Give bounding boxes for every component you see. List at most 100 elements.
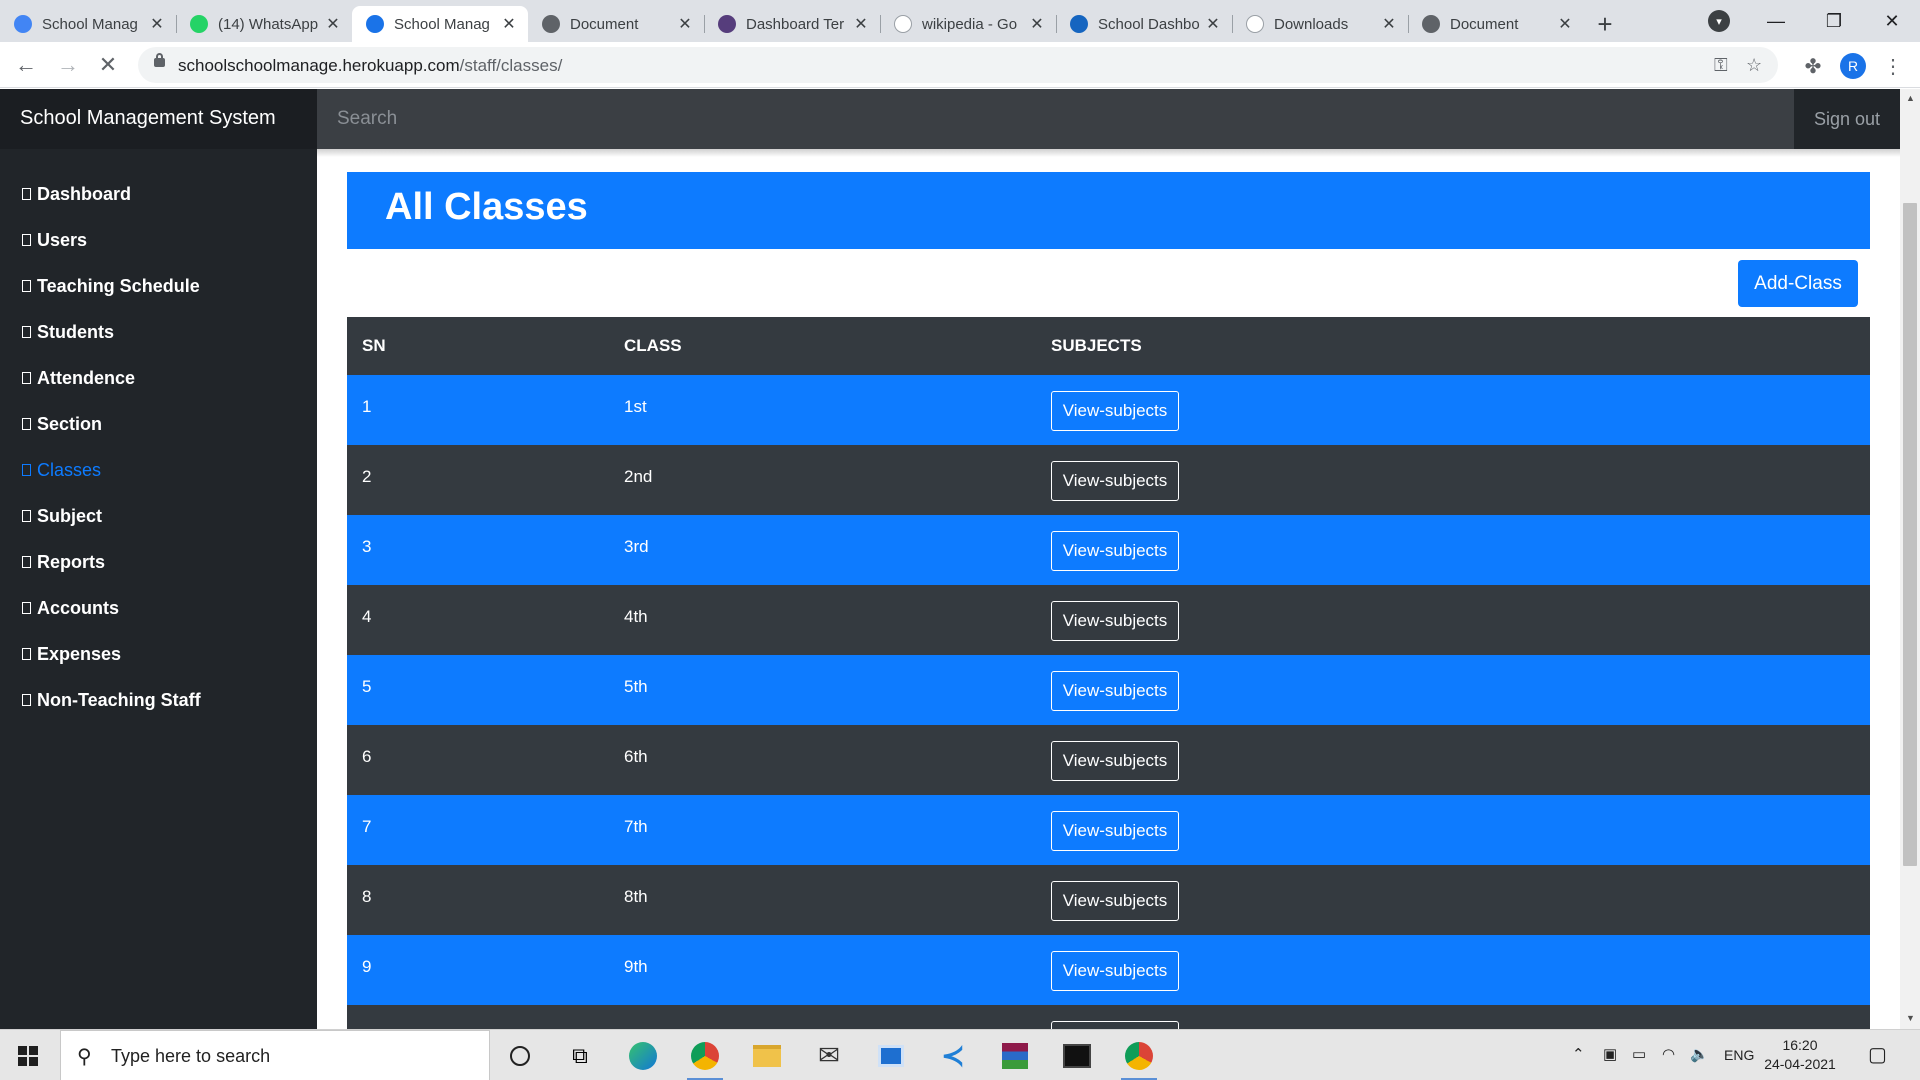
language-indicator[interactable]: ENG (1724, 1047, 1754, 1063)
sidebar-item-icon (22, 510, 31, 522)
cell-class: 2nd (624, 467, 653, 486)
clock-time: 16:20 (1782, 1037, 1818, 1053)
sidebar-item-icon (22, 556, 31, 568)
menu-icon[interactable]: ⋮ (1880, 53, 1906, 79)
close-tab-icon[interactable]: ✕ (1380, 14, 1398, 34)
forward-icon[interactable]: → (52, 49, 84, 81)
lock-icon[interactable] (154, 53, 165, 67)
view-subjects-button[interactable]: View-subjects (1051, 391, 1179, 431)
browser-tab[interactable]: School Manag ✕ (352, 6, 528, 42)
sidebar-item-non-teaching-staff[interactable]: Non-Teaching Staff (0, 677, 317, 723)
close-tab-icon[interactable]: ✕ (324, 14, 342, 34)
stop-loading-icon[interactable]: ✕ (92, 49, 124, 81)
sidebar-item-expenses[interactable]: Expenses (0, 631, 317, 677)
close-tab-icon[interactable]: ✕ (500, 14, 518, 34)
scrollbar-thumb[interactable] (1903, 203, 1917, 866)
edge-icon[interactable] (615, 1030, 671, 1080)
browser-tab[interactable]: Downloads ✕ (1232, 6, 1408, 42)
loading-icon (366, 15, 384, 33)
browser-tab[interactable]: Dashboard Ter ✕ (704, 6, 880, 42)
cell-sn: 4 (362, 607, 372, 626)
close-tab-icon[interactable]: ✕ (1556, 14, 1574, 34)
store-icon[interactable] (863, 1030, 919, 1080)
sidebar-item-icon (22, 372, 31, 384)
volume-icon[interactable]: 🔈 (1690, 1045, 1709, 1063)
sidebar-item-students[interactable]: Students (0, 309, 317, 355)
sidebar-item-users[interactable]: Users (0, 217, 317, 263)
extensions-icon[interactable]: ✤ (1800, 53, 1826, 79)
sidebar-item-label: Dashboard (37, 183, 132, 204)
file-explorer-icon[interactable] (739, 1030, 795, 1080)
profile-avatar[interactable]: R (1840, 53, 1866, 79)
browser-tab[interactable]: School Manag ✕ (0, 6, 176, 42)
url-text[interactable]: schoolschoolmanage.herokuapp.com/staff/c… (178, 56, 562, 76)
sidebar-item-dashboard[interactable]: Dashboard (0, 171, 317, 217)
view-subjects-button[interactable]: View-subjects (1051, 671, 1179, 711)
close-tab-icon[interactable]: ✕ (676, 14, 694, 34)
back-icon[interactable]: ← (10, 49, 42, 81)
notifications-icon[interactable]: ▢ (1868, 1042, 1887, 1067)
view-subjects-button[interactable]: View-subjects (1051, 1021, 1179, 1029)
view-subjects-button[interactable]: View-subjects (1051, 601, 1179, 641)
view-subjects-button[interactable]: View-subjects (1051, 741, 1179, 781)
search-input[interactable] (317, 89, 1794, 149)
taskbar-search-box[interactable]: ⚲ Type here to search (60, 1030, 490, 1080)
tab-title: Downloads (1274, 15, 1349, 33)
chrome-window-icon[interactable] (1111, 1030, 1167, 1080)
meet-now-icon[interactable]: ▣ (1603, 1045, 1617, 1063)
browser-tab[interactable]: Document ✕ (1408, 6, 1584, 42)
cortana-icon[interactable] (492, 1030, 548, 1080)
close-tab-icon[interactable]: ✕ (1028, 14, 1046, 34)
browser-tab[interactable]: Document ✕ (528, 6, 704, 42)
browser-tab[interactable]: wikipedia - Go ✕ (880, 6, 1056, 42)
sign-out-link[interactable]: Sign out (1794, 89, 1900, 149)
view-subjects-button[interactable]: View-subjects (1051, 881, 1179, 921)
chrome-icon[interactable] (677, 1030, 733, 1080)
sidebar-item-classes[interactable]: Classes (0, 447, 317, 493)
view-subjects-button[interactable]: View-subjects (1051, 811, 1179, 851)
photos-icon[interactable] (1049, 1030, 1105, 1080)
restore-button[interactable]: ❐ (1806, 0, 1862, 42)
sidebar-item-label: Students (37, 321, 115, 342)
view-subjects-button[interactable]: View-subjects (1051, 531, 1179, 571)
add-class-button[interactable]: Add-Class (1738, 260, 1858, 307)
tab-title: School Dashbo (1098, 15, 1200, 33)
close-tab-icon[interactable]: ✕ (1204, 14, 1222, 34)
vscode-icon[interactable]: ≺ (925, 1030, 981, 1080)
address-bar[interactable]: schoolschoolmanage.herokuapp.com/staff/c… (138, 47, 1778, 83)
tab-search-icon[interactable]: ▾ (1708, 10, 1730, 32)
sidebar-item-section[interactable]: Section (0, 401, 317, 447)
new-tab-button[interactable]: + (1584, 6, 1626, 42)
sidebar-item-accounts[interactable]: Accounts (0, 585, 317, 631)
brand-title[interactable]: School Management System (0, 89, 317, 149)
browser-tab[interactable]: (14) WhatsApp ✕ (176, 6, 352, 42)
sidebar-item-reports[interactable]: Reports (0, 539, 317, 585)
winrar-icon[interactable] (987, 1030, 1043, 1080)
mail-icon[interactable]: ✉ (801, 1030, 857, 1080)
cell-subjects: View-subjects (1051, 865, 1870, 935)
close-tab-icon[interactable]: ✕ (852, 14, 870, 34)
battery-icon[interactable]: ▭ (1632, 1045, 1646, 1063)
wifi-icon[interactable]: ◠ (1662, 1045, 1675, 1063)
sidebar-item-teaching-schedule[interactable]: Teaching Schedule (0, 263, 317, 309)
browser-toolbar: ← → ✕ schoolschoolmanage.herokuapp.com/s… (0, 42, 1920, 88)
scroll-up-icon[interactable]: ▲ (1906, 93, 1915, 103)
view-subjects-button[interactable]: View-subjects (1051, 461, 1179, 501)
page-scrollbar[interactable]: ▲ ▼ (1900, 89, 1920, 1029)
scroll-down-icon[interactable]: ▼ (1906, 1013, 1915, 1023)
minimize-button[interactable]: — (1748, 0, 1804, 42)
close-window-button[interactable]: ✕ (1864, 0, 1920, 42)
tray-chevron-icon[interactable]: ⌃ (1572, 1045, 1585, 1063)
windows-start-icon[interactable] (18, 1046, 38, 1066)
sidebar-item-subject[interactable]: Subject (0, 493, 317, 539)
cell-subjects: View-subjects (1051, 725, 1870, 795)
view-subjects-button[interactable]: View-subjects (1051, 951, 1179, 991)
star-icon[interactable]: ☆ (1746, 55, 1762, 76)
key-icon[interactable]: ⚿ (1714, 55, 1728, 76)
sidebar-item-attendence[interactable]: Attendence (0, 355, 317, 401)
close-tab-icon[interactable]: ✕ (148, 14, 166, 34)
taskbar-clock[interactable]: 16:20 24-04-2021 (1762, 1036, 1838, 1074)
task-view-icon[interactable]: ⧉ (552, 1030, 608, 1080)
sidebar-item-icon (22, 326, 31, 338)
browser-tab[interactable]: School Dashbo ✕ (1056, 6, 1232, 42)
